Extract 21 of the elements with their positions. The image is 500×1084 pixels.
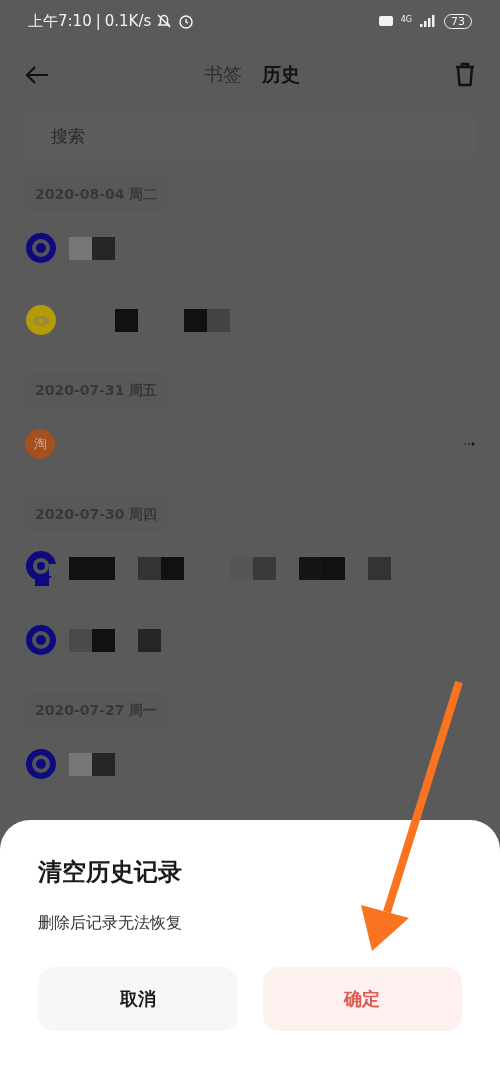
target-icon [25, 232, 57, 264]
hd-icon [378, 15, 393, 27]
dialog-title: 清空历史记录 [38, 858, 183, 887]
signal-icon [420, 15, 436, 27]
target-icon [25, 748, 57, 780]
dialog-message: 删除后记录无法恢复 [38, 911, 183, 934]
confirm-button[interactable]: 确定 [262, 966, 462, 1031]
network-speed: 0.1K/s [104, 10, 152, 32]
network-type: 4G [400, 13, 412, 26]
trash-icon [454, 61, 476, 87]
back-arrow-icon [24, 63, 50, 86]
shop-logo: 淘 [25, 429, 55, 459]
target-icon [25, 624, 57, 656]
spiral-icon [25, 550, 57, 586]
status-separator: | [95, 10, 101, 32]
eye-icon [25, 304, 57, 336]
alarm-icon [177, 12, 196, 30]
status-time: 上午7:10 [28, 10, 92, 32]
cancel-button[interactable]: 取消 [38, 966, 238, 1031]
tab[interactable]: 历史 [252, 59, 310, 89]
delete-button[interactable] [454, 61, 476, 87]
